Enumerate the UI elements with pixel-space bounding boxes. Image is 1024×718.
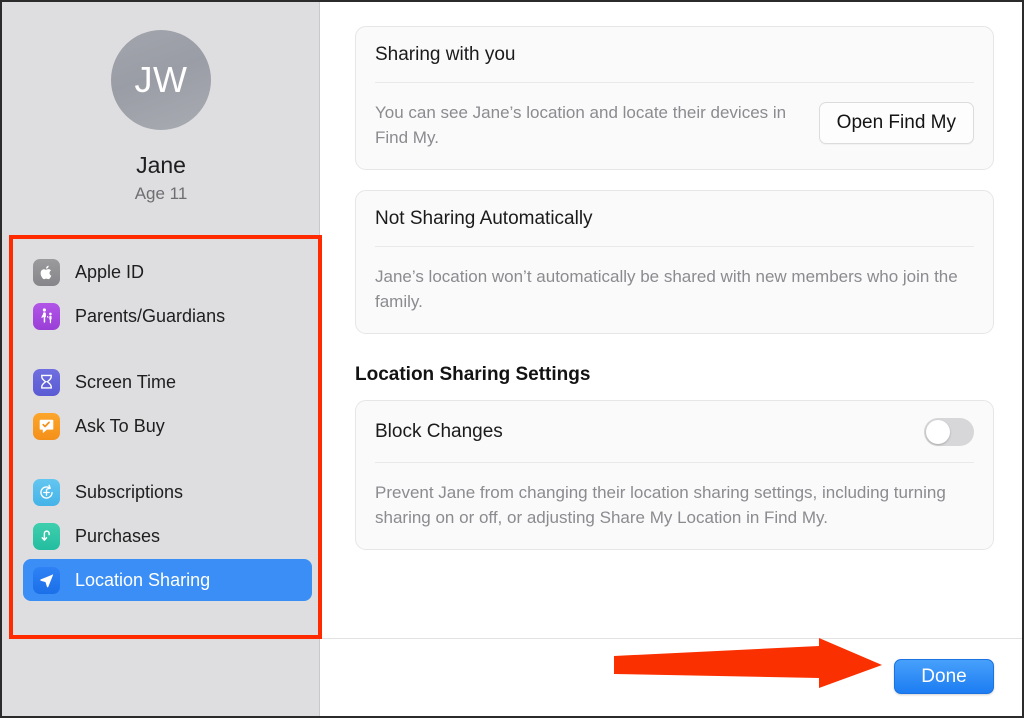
navigation-arrow-icon — [33, 566, 60, 594]
sidebar-item-apple-id[interactable]: Apple ID — [23, 251, 312, 293]
not-sharing-automatically-card: Not Sharing Automatically Jane’s locatio… — [355, 190, 994, 334]
settings-window: JW Jane Age 11 Apple ID Parents/Guardian… — [0, 0, 1024, 718]
apple-logo-icon — [33, 258, 60, 286]
family-figures-icon — [33, 302, 60, 330]
main-panel: Sharing with you You can see Jane’s loca… — [321, 2, 1022, 716]
card-body: Jane’s location won’t automatically be s… — [356, 247, 993, 333]
card-title: Not Sharing Automatically — [375, 208, 593, 229]
sidebar-item-label: Apple ID — [75, 261, 145, 282]
block-changes-row: Block Changes — [356, 401, 993, 462]
sidebar-item-label: Screen Time — [75, 371, 177, 392]
profile-name: Jane — [136, 152, 186, 178]
open-find-my-button[interactable]: Open Find My — [818, 102, 974, 144]
sharing-with-you-card: Sharing with you You can see Jane’s loca… — [355, 26, 994, 170]
sidebar-item-screen-time[interactable]: Screen Time — [23, 361, 312, 403]
sidebar-nav-list: Apple ID Parents/Guardians Screen Time A… — [9, 235, 322, 639]
footer-bar: Done — [321, 638, 1022, 716]
profile-header: JW Jane Age 11 — [2, 2, 320, 230]
done-button[interactable]: Done — [894, 659, 994, 694]
card-title: Sharing with you — [375, 44, 516, 65]
purchase-arrow-icon — [33, 522, 60, 550]
card-body: You can see Jane’s location and locate t… — [356, 83, 993, 169]
sidebar-item-parents-guardians[interactable]: Parents/Guardians — [23, 295, 312, 337]
sidebar-item-label: Ask To Buy — [75, 415, 165, 436]
sidebar: JW Jane Age 11 Apple ID Parents/Guardian… — [2, 2, 322, 716]
nav-group-divider — [23, 449, 312, 471]
card-description: You can see Jane’s location and locate t… — [375, 103, 787, 147]
plus-refresh-icon — [33, 478, 60, 506]
card-description: Prevent Jane from changing their locatio… — [375, 483, 946, 527]
hourglass-icon — [33, 368, 60, 396]
avatar: JW — [111, 30, 211, 130]
block-changes-label: Block Changes — [375, 421, 503, 442]
sidebar-item-subscriptions[interactable]: Subscriptions — [23, 471, 312, 513]
checkmark-bubble-icon — [33, 412, 60, 440]
section-heading: Location Sharing Settings — [355, 364, 591, 385]
nav-group-divider — [23, 339, 312, 361]
sidebar-item-label: Location Sharing — [75, 569, 211, 590]
block-changes-card: Block Changes Prevent Jane from changing… — [355, 400, 994, 550]
card-body: Prevent Jane from changing their locatio… — [356, 463, 993, 549]
settings-scroll-area[interactable]: Sharing with you You can see Jane’s loca… — [321, 2, 1022, 638]
block-changes-toggle[interactable] — [924, 418, 974, 446]
sidebar-item-label: Purchases — [75, 525, 161, 546]
sidebar-item-label: Parents/Guardians — [75, 305, 226, 326]
sidebar-item-purchases[interactable]: Purchases — [23, 515, 312, 557]
card-description: Jane’s location won’t automatically be s… — [375, 267, 958, 311]
sidebar-item-ask-to-buy[interactable]: Ask To Buy — [23, 405, 312, 447]
toggle-knob — [926, 420, 950, 444]
sidebar-item-location-sharing[interactable]: Location Sharing — [23, 559, 312, 601]
sidebar-item-label: Subscriptions — [75, 481, 184, 502]
profile-age: Age 11 — [134, 184, 188, 203]
avatar-initials: JW — [134, 59, 188, 100]
